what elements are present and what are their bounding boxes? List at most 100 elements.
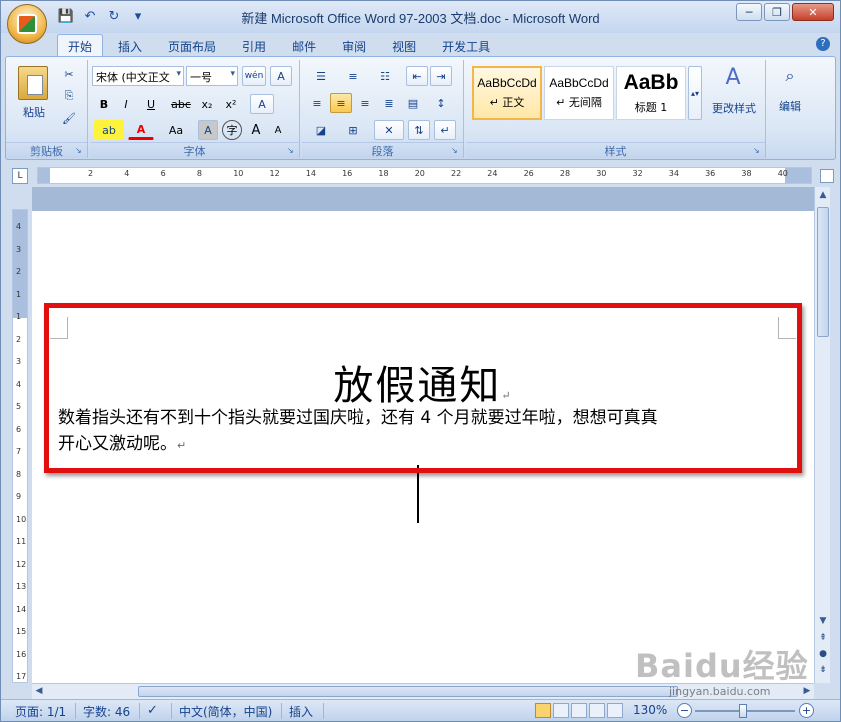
align-right-icon[interactable]: ≡ [354, 93, 376, 113]
zoom-slider-thumb[interactable] [739, 704, 747, 718]
italic-button[interactable]: I [116, 94, 136, 114]
vertical-scrollbar[interactable]: ▲ ▼ ⇞ ● ⇟ [814, 187, 830, 683]
editing-button[interactable]: 编辑 [772, 96, 808, 116]
enclose-characters-button[interactable]: 字 [222, 120, 242, 140]
numbering-icon[interactable]: ≡ [338, 66, 368, 86]
minimize-button[interactable]: ─ [736, 3, 762, 21]
sort-icon[interactable]: ⇅ [408, 120, 430, 140]
ruler-tick-label: 15 [16, 627, 27, 636]
styles-scroll-icon[interactable]: ▴▾ [688, 66, 702, 120]
align-left-icon[interactable]: ≡ [306, 93, 328, 113]
word-count[interactable]: 字数: 46 [83, 703, 130, 719]
zoom-in-icon[interactable]: + [799, 703, 814, 718]
ruler-tick-label: 1 [16, 312, 22, 321]
restore-button[interactable]: ❐ [764, 3, 790, 21]
phonetic-guide-button[interactable]: wén [242, 66, 266, 86]
increase-indent-icon[interactable]: ⇥ [430, 66, 452, 86]
vertical-scroll-thumb[interactable] [817, 207, 829, 337]
proofing-icon[interactable]: ✓ [147, 703, 158, 719]
font-name-combo[interactable]: 宋体 (中文正文 [92, 66, 184, 86]
bold-button[interactable]: B [94, 94, 114, 114]
tab-view[interactable]: 视图 [381, 34, 427, 56]
borders-icon[interactable]: ⊞ [338, 120, 368, 140]
language-indicator[interactable]: 中文(简体，中国) [179, 703, 272, 719]
line-spacing-icon[interactable]: ↕ [426, 93, 456, 113]
cut-icon[interactable]: ✂ [58, 64, 80, 84]
text-highlight-button[interactable]: ab [94, 120, 124, 140]
tab-review[interactable]: 审阅 [331, 34, 377, 56]
change-case-button[interactable]: Aa [160, 120, 192, 140]
vertical-ruler[interactable]: 4 3 2 1 1 2 3 4 5 6 7 8 9 10 11 12 13 14 15 16 17 [12, 209, 28, 683]
document-body[interactable]: 数着指头还有不到十个指头就要过国庆啦，还有 4 个月就要过年啦，想想可真真 开心… [58, 405, 788, 459]
clipboard-dialog-launcher-icon[interactable]: ↘ [75, 146, 85, 156]
next-page-icon[interactable]: ⇟ [816, 663, 830, 677]
subscript-button[interactable]: x₂ [196, 94, 218, 114]
web-layout-view-icon[interactable] [571, 703, 587, 718]
zoom-level[interactable]: 130% [633, 703, 667, 719]
multilevel-list-icon[interactable]: ☷ [370, 66, 400, 86]
browse-object-icon[interactable]: ● [816, 647, 830, 661]
font-color-button[interactable]: A [128, 120, 154, 140]
print-layout-view-icon[interactable] [535, 703, 551, 718]
superscript-button[interactable]: x² [220, 94, 242, 114]
styles-dialog-launcher-icon[interactable]: ↘ [753, 146, 763, 156]
format-painter-icon[interactable]: 🖌 [58, 108, 80, 128]
ruler-tick-label: 28 [559, 169, 571, 178]
tab-mailings[interactable]: 邮件 [281, 34, 327, 56]
horizontal-scroll-thumb[interactable] [138, 686, 678, 697]
close-button[interactable]: ✕ [792, 3, 834, 21]
style-no-spacing[interactable]: AaBbCcDd ↵ 无间隔 [544, 66, 614, 120]
shrink-font-button[interactable]: A [268, 120, 288, 140]
font-dialog-launcher-icon[interactable]: ↘ [287, 146, 297, 156]
copy-icon[interactable]: ⎘ [58, 86, 80, 106]
paste-icon[interactable] [18, 66, 48, 100]
grow-font-button[interactable]: A [246, 120, 266, 140]
decrease-indent-icon[interactable]: ⇤ [406, 66, 428, 86]
view-ruler-icon[interactable] [820, 169, 834, 183]
paragraph-dialog-launcher-icon[interactable]: ↘ [451, 146, 461, 156]
status-separator [323, 703, 324, 719]
change-styles-icon[interactable]: A [706, 65, 760, 90]
justify-icon[interactable]: ≣ [378, 93, 400, 113]
previous-page-icon[interactable]: ⇞ [816, 631, 830, 645]
character-border-button[interactable]: A [270, 66, 292, 86]
style-normal[interactable]: AaBbCcDd ↵ 正文 [472, 66, 542, 120]
full-screen-reading-view-icon[interactable] [553, 703, 569, 718]
tab-selector[interactable]: L [12, 168, 28, 184]
style-heading-1[interactable]: AaBb 标题 1 [616, 66, 686, 120]
zoom-out-icon[interactable]: − [677, 703, 692, 718]
help-icon[interactable]: ? [816, 37, 830, 51]
strikethrough-button[interactable]: abc [168, 94, 194, 114]
character-shading-button[interactable]: A [198, 120, 218, 140]
page[interactable]: 放假通知↵ 数着指头还有不到十个指头就要过国庆啦，还有 4 个月就要过年啦，想想… [32, 211, 814, 683]
horizontal-ruler[interactable]: 2 4 6 8 10 12 14 16 18 20 22 24 26 28 30 32 34 36 38 40 [37, 167, 812, 184]
insert-mode-indicator[interactable]: 插入 [289, 703, 313, 719]
change-styles-button[interactable]: 更改样式 [704, 98, 764, 118]
page-count[interactable]: 页面: 1/1 [15, 703, 66, 719]
chinese-layout-icon[interactable]: ✕ [374, 120, 404, 140]
ruler-tick-label: 22 [451, 169, 462, 178]
tab-developer[interactable]: 开发工具 [431, 34, 501, 56]
ruler-tick-label: 20 [414, 169, 425, 178]
outline-view-icon[interactable] [589, 703, 605, 718]
find-binoculars-icon[interactable]: ⌕ [776, 66, 804, 86]
font-size-combo[interactable]: 一号 [186, 66, 238, 86]
scroll-left-icon[interactable]: ◀ [32, 684, 46, 699]
underline-button[interactable]: U [138, 94, 164, 114]
show-marks-icon[interactable]: ↵ [434, 120, 456, 140]
align-center-icon[interactable]: ≡ [330, 93, 352, 113]
shading-icon[interactable]: ◪ [306, 120, 336, 140]
tab-page-layout[interactable]: 页面布局 [157, 34, 227, 56]
document-title[interactable]: 放假通知↵ [32, 353, 814, 411]
scroll-down-icon[interactable]: ▼ [816, 613, 830, 629]
draft-view-icon[interactable] [607, 703, 623, 718]
distributed-icon[interactable]: ▤ [402, 93, 424, 113]
office-button[interactable] [7, 4, 47, 44]
tab-references[interactable]: 引用 [231, 34, 277, 56]
tab-home[interactable]: 开始 [57, 34, 104, 56]
paste-button[interactable]: 粘贴 [16, 102, 52, 122]
tab-insert[interactable]: 插入 [107, 34, 153, 56]
scroll-up-icon[interactable]: ▲ [816, 187, 830, 203]
bullets-icon[interactable]: ☰ [306, 66, 336, 86]
clear-formatting-button[interactable]: A [250, 94, 274, 114]
